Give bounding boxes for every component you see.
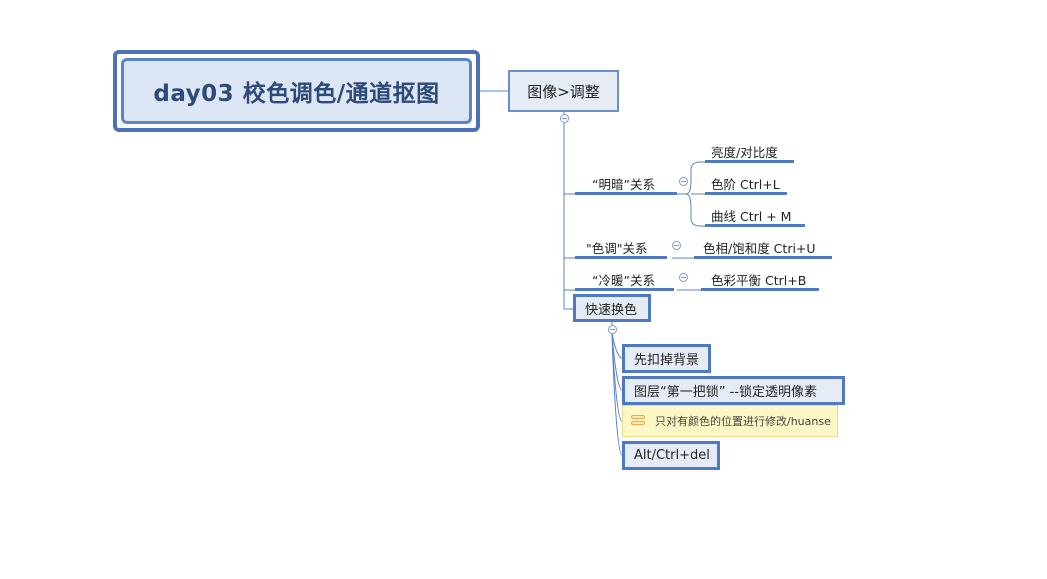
item-alt-ctrl-del-label: Alt/Ctrl+del [634,448,710,463]
topic-image-adjust-label: 图像>调整 [527,82,600,101]
group-temperature-underline [575,288,674,291]
item-alt-ctrl-del[interactable]: Alt/Ctrl+del [622,441,720,470]
minus-circle-icon[interactable] [560,114,569,123]
item-lock-transparency[interactable]: 图层“第一把锁” --锁定透明像素 [622,376,845,405]
child-brightness-contrast-underline [705,160,794,163]
root-title: day03 校色调色/通道抠图 [153,81,440,107]
minus-circle-icon[interactable] [679,273,688,282]
group-temperature-label[interactable]: “冷暖”关系 [592,270,655,289]
child-hue-saturation-underline [694,256,832,259]
child-hue-saturation[interactable]: 色相/饱和度 Ctri+U [703,238,816,257]
minus-circle-icon[interactable] [608,325,617,334]
item-lock-transparency-label: 图层“第一把锁” --锁定透明像素 [634,385,817,400]
child-brightness-contrast[interactable]: 亮度/对比度 [711,142,778,161]
child-color-balance[interactable]: 色彩平衡 Ctrl+B [711,270,806,289]
note-recolor[interactable]: 只对有颜色的位置进行修改/huanse [622,405,838,437]
group-brightness-label[interactable]: “明暗”关系 [592,174,655,193]
child-levels-underline [705,192,787,195]
root-topic[interactable]: day03 校色调色/通道抠图 [113,50,480,132]
note-icon [631,415,645,427]
topic-quick-swap-label: 快速换色 [585,302,638,318]
item-remove-background-label: 先扣掉背景 [634,353,700,368]
note-text: 只对有颜色的位置进行修改/huanse [655,415,831,428]
minus-circle-icon[interactable] [679,177,688,186]
child-curves-underline [705,224,805,227]
minus-circle-icon[interactable] [672,241,681,250]
group-hue-underline [575,256,667,259]
child-color-balance-underline [701,288,819,291]
group-hue-label[interactable]: "色调"关系 [586,238,648,257]
item-remove-background[interactable]: 先扣掉背景 [622,344,711,373]
root-topic-inner: day03 校色调色/通道抠图 [121,58,472,124]
child-levels[interactable]: 色阶 Ctrl+L [711,174,780,193]
topic-image-adjust[interactable]: 图像>调整 [508,70,619,112]
child-curves[interactable]: 曲线 Ctrl + M [711,206,791,225]
topic-quick-swap[interactable]: 快速换色 [573,294,651,322]
group-brightness-underline [575,192,677,195]
